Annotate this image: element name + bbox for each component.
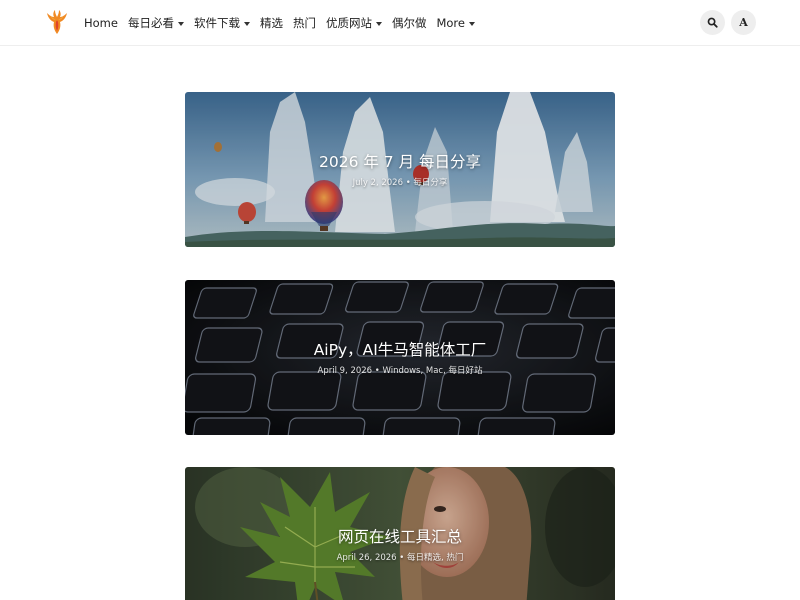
post-categories[interactable]: Windows, Mac, 每日好站 (383, 366, 483, 376)
nav-featured[interactable]: 精选 (260, 15, 283, 31)
main-nav: Home 每日必看 软件下载 精选 热门 优质网站 偶尔做 More (84, 0, 485, 46)
nav-occasional-label: 偶尔做 (391, 16, 427, 30)
post-categories[interactable]: 每日精选, 热门 (407, 553, 463, 563)
search-button[interactable] (700, 10, 725, 35)
post-date: April 9, 2026 (317, 366, 373, 376)
nav-home-label: Home (84, 16, 118, 30)
post-date: July 2, 2026 (352, 178, 403, 188)
search-icon (707, 17, 718, 28)
post-card[interactable]: AiPy，AI牛马智能体工厂 April 9, 2026 • Windows, … (185, 280, 615, 435)
nav-home[interactable]: Home (84, 16, 118, 30)
nav-daily-must-see[interactable]: 每日必看 (128, 15, 184, 31)
nav-more-label: More (436, 16, 465, 30)
nav-occasional[interactable]: 偶尔做 (392, 15, 427, 31)
site-header: Home 每日必看 软件下载 精选 热门 优质网站 偶尔做 More A (0, 0, 800, 46)
nav-popular-label: 热门 (292, 16, 316, 30)
post-meta: April 26, 2026 • 每日精选, 热门 (185, 551, 615, 563)
nav-popular[interactable]: 热门 (293, 15, 316, 31)
nav-quality-sites[interactable]: 优质网站 (326, 15, 382, 31)
post-card[interactable]: 网页在线工具汇总 April 26, 2026 • 每日精选, 热门 (185, 467, 615, 600)
post-meta: July 2, 2026 • 每日分享 (185, 176, 615, 188)
nav-more[interactable]: More (436, 16, 475, 30)
post-date: April 26, 2026 (336, 553, 397, 563)
meta-separator: • (372, 366, 383, 376)
post-categories[interactable]: 每日分享 (413, 178, 447, 188)
chevron-down-icon (468, 21, 475, 26)
nav-software-download[interactable]: 软件下载 (194, 15, 250, 31)
font-toggle-button[interactable]: A (731, 10, 756, 35)
font-toggle-label: A (739, 16, 748, 29)
post-title[interactable]: AiPy，AI牛马智能体工厂 (185, 338, 615, 360)
nav-quality-sites-label: 优质网站 (325, 16, 372, 30)
nav-software-download-label: 软件下载 (193, 16, 240, 30)
chevron-down-icon (375, 21, 382, 26)
phoenix-logo-icon[interactable] (45, 9, 69, 35)
post-title[interactable]: 2026 年 7 月 每日分享 (185, 150, 615, 172)
meta-separator: • (403, 178, 414, 188)
nav-featured-label: 精选 (259, 16, 283, 30)
chevron-down-icon (177, 21, 184, 26)
chevron-down-icon (243, 21, 250, 26)
post-card[interactable]: 2026 年 7 月 每日分享 July 2, 2026 • 每日分享 (185, 92, 615, 247)
post-title[interactable]: 网页在线工具汇总 (185, 525, 615, 547)
nav-daily-must-see-label: 每日必看 (127, 16, 174, 30)
post-meta: April 9, 2026 • Windows, Mac, 每日好站 (185, 364, 615, 376)
meta-separator: • (396, 553, 407, 563)
